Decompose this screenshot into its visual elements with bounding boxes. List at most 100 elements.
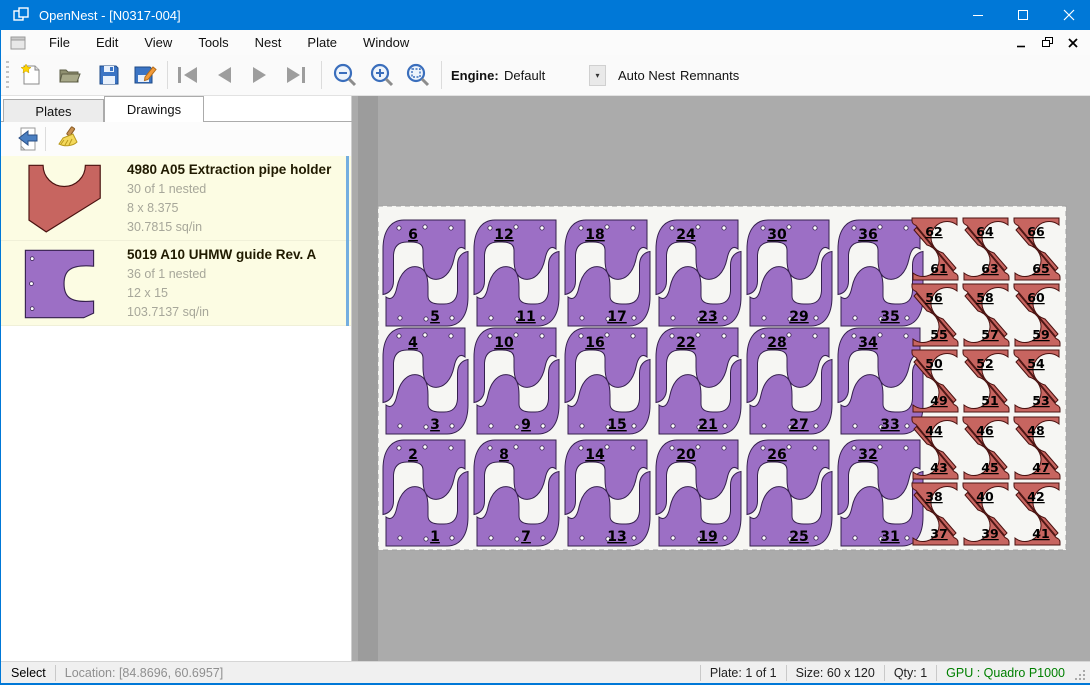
mdi-restore-button[interactable]: [1036, 33, 1058, 53]
menu-window[interactable]: Window: [350, 31, 422, 54]
drawing-title: 5019 A10 UHMW guide Rev. A: [127, 247, 316, 262]
engine-dropdown-button[interactable]: ▾: [589, 65, 606, 86]
part-hole: [852, 334, 856, 338]
part-number: 12: [494, 227, 513, 243]
part-number: 63: [981, 261, 998, 276]
part-hole: [631, 334, 635, 338]
part-number: 2: [408, 447, 418, 463]
part-hole: [514, 445, 518, 449]
status-bar: Select Location: [84.8696, 60.6957] Plat…: [1, 661, 1090, 683]
new-button[interactable]: [17, 61, 45, 89]
minimize-button[interactable]: [956, 0, 1001, 30]
zoom-in-button[interactable]: [368, 61, 396, 89]
part-hole: [424, 537, 428, 541]
part-hole: [580, 424, 584, 428]
title-bar: OpenNest - [N0317-004]: [1, 0, 1090, 30]
part-hole: [605, 225, 609, 229]
part-hole: [488, 226, 492, 230]
part-number: 21: [698, 417, 717, 433]
part-hole: [397, 446, 401, 450]
mdi-close-icon: [1068, 38, 1078, 48]
part-number: 35: [880, 309, 899, 325]
part-number: 18: [585, 227, 604, 243]
drawing-area: 103.7137 sq/in: [127, 303, 316, 322]
resize-grip[interactable]: [1073, 668, 1087, 682]
save-as-button[interactable]: [131, 61, 159, 89]
close-button[interactable]: [1046, 0, 1090, 30]
part-number: 10: [494, 335, 514, 351]
menu-edit[interactable]: Edit: [83, 31, 131, 54]
part-hole: [814, 536, 818, 540]
mdi-close-button[interactable]: [1062, 33, 1084, 53]
part-number: 14: [585, 447, 605, 463]
canvas-edge-strip: [358, 96, 378, 661]
part-hole: [905, 316, 909, 320]
menu-plate[interactable]: Plate: [294, 31, 350, 54]
maximize-button[interactable]: [1001, 0, 1046, 30]
first-plate-button[interactable]: [174, 61, 202, 89]
return-drawing-button[interactable]: [13, 125, 43, 153]
part-number: 43: [930, 460, 947, 475]
part-hole: [579, 334, 583, 338]
engine-value[interactable]: Default: [504, 68, 545, 83]
last-arrow-icon: [283, 64, 309, 86]
zoom-out-button[interactable]: [331, 61, 359, 89]
nest-canvas[interactable]: 6512111817242330293635431091615222128273…: [352, 96, 1090, 661]
part-number: 37: [930, 526, 947, 541]
status-separator: [700, 665, 701, 681]
part-hole: [514, 333, 518, 337]
part-number: 6: [408, 227, 418, 243]
menu-file[interactable]: File: [36, 31, 83, 54]
part-number: 30: [767, 227, 787, 243]
plate-view[interactable]: 6512111817242330293635431091615222128273…: [377, 205, 1067, 551]
part-number: 13: [607, 529, 626, 545]
part-number: 36: [858, 227, 877, 243]
part-number: 29: [789, 309, 808, 325]
part-hole: [632, 316, 636, 320]
clear-drawings-button[interactable]: [53, 125, 83, 153]
zoom-fit-icon: [405, 62, 431, 88]
part-number: 57: [981, 327, 998, 342]
auto-nest-button[interactable]: Auto Nest: [618, 68, 675, 83]
remnants-button[interactable]: Remnants: [680, 68, 739, 83]
part-number: 48: [1027, 423, 1044, 438]
part-hole: [631, 226, 635, 230]
part-number: 34: [858, 335, 878, 351]
part-hole: [488, 334, 492, 338]
part-hole: [424, 425, 428, 429]
part-hole: [670, 446, 674, 450]
new-file-icon: [19, 63, 43, 87]
part-hole: [852, 446, 856, 450]
part-hole: [813, 334, 817, 338]
save-button[interactable]: [95, 61, 123, 89]
list-scrollbar[interactable]: [346, 156, 349, 326]
last-plate-button[interactable]: [282, 61, 310, 89]
next-plate-button[interactable]: [246, 61, 274, 89]
app-icon: [13, 7, 29, 23]
toolbar-grip[interactable]: [6, 61, 9, 89]
next-arrow-icon: [247, 64, 273, 86]
previous-arrow-icon: [211, 64, 237, 86]
drawing-item-2[interactable]: 5019 A10 UHMW guide Rev. A 36 of 1 neste…: [1, 241, 351, 326]
part-hole: [853, 316, 857, 320]
tab-plates[interactable]: Plates: [3, 99, 104, 122]
menu-view[interactable]: View: [131, 31, 185, 54]
part-number: 60: [1027, 290, 1045, 305]
part-number: 11: [516, 309, 535, 325]
close-icon: [1063, 9, 1075, 21]
menu-nest[interactable]: Nest: [242, 31, 295, 54]
part-hole: [515, 425, 519, 429]
status-gpu: GPU : Quadro P1000: [946, 666, 1065, 680]
part-number: 45: [981, 460, 998, 475]
maximize-icon: [1018, 10, 1029, 21]
previous-plate-button[interactable]: [210, 61, 238, 89]
open-button[interactable]: [56, 61, 84, 89]
drawing-item-1[interactable]: 4980 A05 Extraction pipe holder 30 of 1 …: [1, 156, 351, 241]
part-number: 66: [1027, 224, 1045, 239]
mdi-minimize-button[interactable]: [1010, 33, 1032, 53]
menu-tools[interactable]: Tools: [185, 31, 241, 54]
zoom-fit-button[interactable]: [404, 61, 432, 89]
part-hole: [450, 316, 454, 320]
tab-drawings[interactable]: Drawings: [104, 96, 204, 122]
part-hole: [878, 225, 882, 229]
